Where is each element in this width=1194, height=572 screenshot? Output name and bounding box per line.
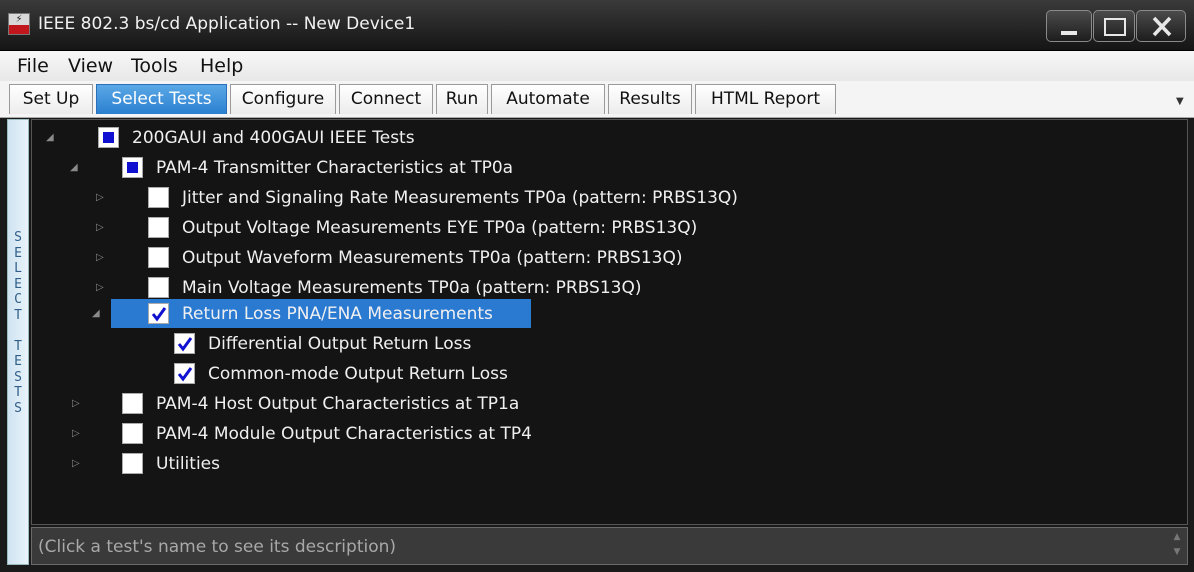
tree-label[interactable]: Output Waveform Measurements TP0a (patte… [182,248,683,268]
tree-row[interactable]: ▷ PAM-4 Host Output Characteristics at T… [32,390,1182,418]
tree-row[interactable]: ▷ Output Waveform Measurements TP0a (pat… [32,244,1182,272]
close-icon [1152,16,1172,37]
tree-row[interactable]: ▷ Utilities [32,450,1182,478]
tree-label[interactable]: Common-mode Output Return Loss [208,364,508,384]
checkbox[interactable] [148,277,169,298]
tree-row[interactable]: ▷ Jitter and Signaling Rate Measurements… [32,184,1182,212]
checkbox[interactable] [148,303,169,324]
test-tree: ◢ 200GAUI and 400GAUI IEEE Tests ◢ PAM-4… [31,119,1188,525]
title-bar[interactable]: ⚡ IEEE 802.3 bs/cd Application -- New De… [0,0,1194,51]
tab-connect[interactable]: Connect [339,84,433,114]
checkbox[interactable] [122,393,143,414]
menu-tools[interactable]: Tools [131,55,178,77]
tree-row[interactable]: ▷ Output Voltage Measurements EYE TP0a (… [32,214,1182,242]
checkbox[interactable] [148,247,169,268]
tree-row[interactable]: ◢ PAM-4 Transmitter Characteristics at T… [32,154,1182,182]
description-scrollbar[interactable]: ▲ ▼ [1171,530,1183,560]
expand-arrow-icon[interactable]: ▷ [72,428,80,439]
tree-label[interactable]: Output Voltage Measurements EYE TP0a (pa… [182,218,697,238]
tree-row[interactable]: Differential Output Return Loss [32,330,1182,358]
side-label-panel: S E L E C T T E S T S [7,119,29,565]
close-button[interactable] [1136,10,1186,42]
app-icon: ⚡ [8,13,30,35]
tree-label[interactable]: Return Loss PNA/ENA Measurements [182,304,493,324]
tree-label[interactable]: Jitter and Signaling Rate Measurements T… [182,188,738,208]
tree-label[interactable]: Utilities [156,454,220,474]
tree-row[interactable]: Common-mode Output Return Loss [32,360,1182,388]
menu-help[interactable]: Help [200,55,243,77]
side-label: S E L E C T T E S T S [14,230,22,416]
minimize-icon [1061,31,1077,35]
checkbox[interactable] [122,453,143,474]
checkbox[interactable] [122,423,143,444]
expand-arrow-icon[interactable]: ▷ [72,458,80,469]
tab-run[interactable]: Run [436,84,488,114]
collapse-arrow-icon[interactable]: ◢ [70,162,78,173]
maximize-button[interactable] [1093,10,1135,42]
tree-label[interactable]: PAM-4 Host Output Characteristics at TP1… [156,394,519,414]
checkbox[interactable] [174,333,195,354]
checkbox[interactable] [122,157,143,178]
tree-row[interactable]: ▷ Main Voltage Measurements TP0a (patter… [32,274,1182,302]
checkmark-icon [177,367,193,382]
expand-arrow-icon[interactable]: ▷ [96,222,104,233]
minimize-button[interactable] [1046,10,1092,42]
checkbox[interactable] [148,187,169,208]
collapse-arrow-icon[interactable]: ◢ [46,132,54,143]
menu-view[interactable]: View [68,55,113,77]
tree-row[interactable]: ▷ PAM-4 Module Output Characteristics at… [32,420,1182,448]
tab-configure[interactable]: Configure [230,84,336,114]
tab-overflow-icon[interactable]: ▼ [1176,96,1184,107]
checkmark-icon [177,337,193,352]
tab-setup[interactable]: Set Up [9,84,93,114]
tree-label[interactable]: PAM-4 Transmitter Characteristics at TP0… [156,158,513,178]
description-text: (Click a test's name to see its descript… [38,537,397,557]
collapse-arrow-icon[interactable]: ◢ [92,308,100,319]
checkbox[interactable] [98,127,119,148]
expand-arrow-icon[interactable]: ▷ [96,282,104,293]
expand-arrow-icon[interactable]: ▷ [72,398,80,409]
tab-html-report[interactable]: HTML Report [695,84,836,114]
tab-bar: Set Up Select Tests Configure Connect Ru… [0,81,1194,118]
checkmark-icon [151,307,167,322]
tab-automate[interactable]: Automate [491,84,605,114]
tab-results[interactable]: Results [608,84,692,114]
checkbox[interactable] [174,363,195,384]
menu-bar: File View Tools Help [0,51,1194,81]
tree-row[interactable]: ◢ 200GAUI and 400GAUI IEEE Tests [32,124,1182,152]
tab-select-tests[interactable]: Select Tests [96,84,227,114]
maximize-icon [1104,18,1126,36]
expand-arrow-icon[interactable]: ▷ [96,252,104,263]
window-title: IEEE 802.3 bs/cd Application -- New Devi… [38,14,416,34]
checkbox[interactable] [148,217,169,238]
tree-label[interactable]: Differential Output Return Loss [208,334,471,354]
tree-row-selected[interactable]: ◢ Return Loss PNA/ENA Measurements [32,300,1182,328]
description-box[interactable]: (Click a test's name to see its descript… [31,527,1188,565]
expand-arrow-icon[interactable]: ▷ [96,192,104,203]
tree-label[interactable]: PAM-4 Module Output Characteristics at T… [156,424,532,444]
menu-file[interactable]: File [17,55,49,77]
tree-label[interactable]: 200GAUI and 400GAUI IEEE Tests [132,128,415,148]
tree-label[interactable]: Main Voltage Measurements TP0a (pattern:… [182,278,642,298]
